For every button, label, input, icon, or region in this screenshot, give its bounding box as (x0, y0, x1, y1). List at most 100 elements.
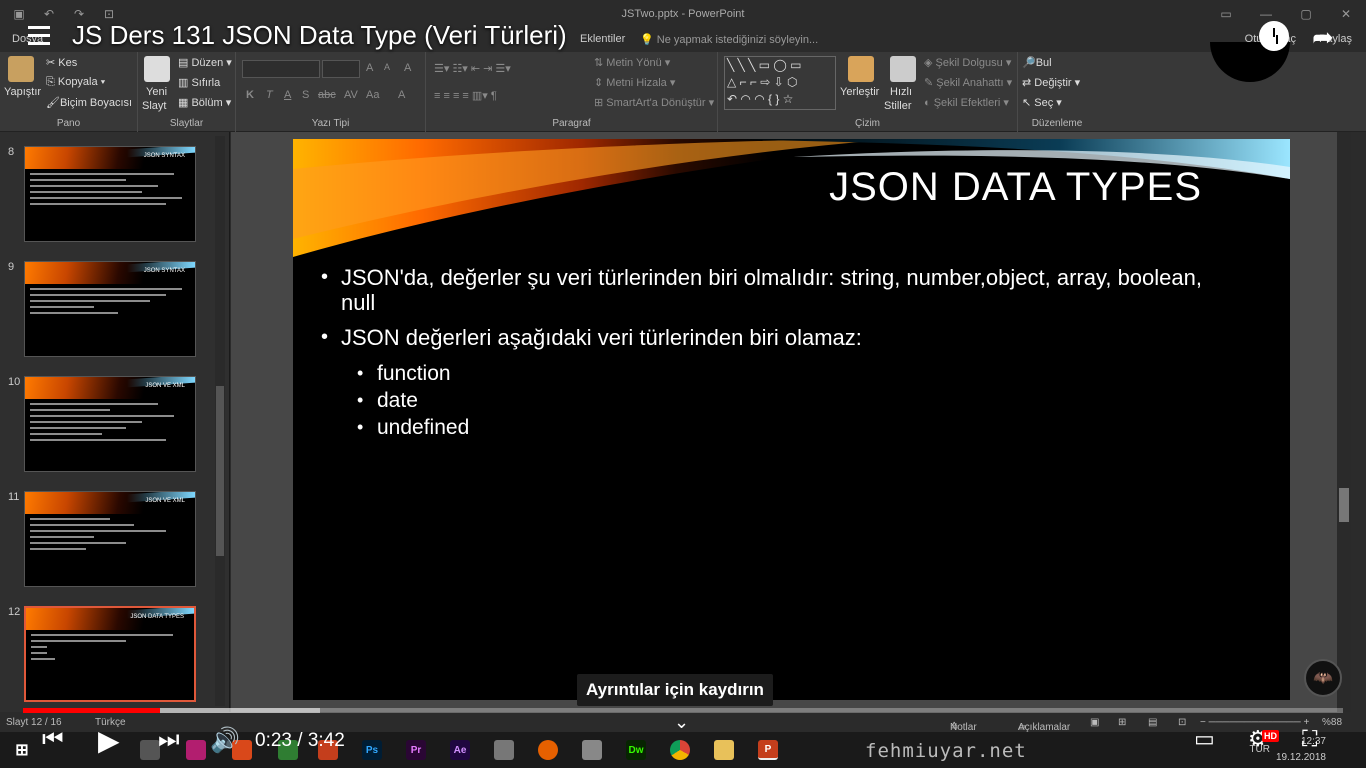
text-direction-icon: ⇅ (594, 57, 607, 69)
bold-button[interactable]: K (246, 89, 254, 101)
thumbnail-scroll-thumb[interactable] (216, 386, 224, 556)
reset-icon: ▥ (178, 77, 192, 89)
share-arrow-icon[interactable]: ➦ (1312, 22, 1334, 53)
select-button[interactable]: ↖ Seç ▾ (1022, 96, 1062, 109)
exit-fullscreen-icon[interactable]: ⛶ (1302, 726, 1317, 752)
window-controls: ▭ — ▢ ✕ (1206, 0, 1366, 28)
chevron-down-icon[interactable]: ⌄ (674, 712, 689, 733)
align-text-label: Metni Hizala (606, 77, 667, 89)
font-color-button[interactable]: A (398, 89, 405, 101)
shape-effects-button[interactable]: ◐ Şekil Efektleri ▾ (924, 96, 1009, 109)
search-icon: 🔎 (1022, 57, 1036, 69)
cut-button[interactable]: ✂ Kes (46, 56, 77, 69)
align-text-button[interactable]: ⇕ Metni Hizala ▾ (594, 76, 675, 89)
bullets-icon[interactable]: ☰▾ ☷▾ ⇤ ⇥ ☰▾ (434, 62, 511, 75)
text-direction-label: Metin Yönü (606, 57, 662, 69)
smartart-label: SmartArt'a Dönüştür (606, 97, 706, 109)
thumbnail-number: 12 (8, 606, 21, 618)
shape-fill-button[interactable]: ◈ Şekil Dolgusu ▾ (924, 56, 1011, 69)
channel-logo-icon[interactable]: 🦇 (1304, 659, 1342, 697)
group-paragraph: ☰▾ ☷▾ ⇤ ⇥ ☰▾ ≡ ≡ ≡ ≡ ▥▾ ¶ ⇅ Metin Yönü ▾… (426, 52, 718, 132)
bullet-2: JSON değerleri aşağıdaki veri türlerinde… (321, 325, 1241, 350)
yt-menu-icon[interactable] (28, 26, 50, 46)
shape-fill-label: Şekil Dolgusu (935, 57, 1003, 69)
reset-label: Sıfırla (191, 77, 221, 89)
section-button[interactable]: ▦ Bölüm ▾ (178, 96, 231, 109)
thumbnail-image: JSON SYNTAX (24, 146, 196, 242)
new-slide-label-1[interactable]: Yeni (146, 86, 167, 98)
quick-styles-label-2[interactable]: Stiller (884, 100, 912, 112)
thumbnail-text-lines (30, 288, 190, 318)
slide-title[interactable]: JSON DATA TYPES (829, 165, 1202, 210)
group-drawing: ╲ ╲ ╲ ▭ ◯ ▭ △ ⌐ ⌐ ⇨ ⇩ ⬡ ↶ ◠ ◠ { } ☆ Yerleş… (718, 52, 1018, 132)
layout-label: Düzen (191, 57, 224, 69)
grow-font-button[interactable]: A (366, 62, 373, 74)
slide-body[interactable]: JSON'da, değerler şu veri türlerinden bi… (321, 265, 1241, 441)
arrange-icon[interactable] (848, 56, 874, 82)
tab-addins[interactable]: Eklentiler (572, 33, 633, 45)
shrink-font-button[interactable]: A (384, 62, 390, 72)
slide-scrollbar[interactable] (1337, 132, 1351, 712)
slide-scroll-thumb[interactable] (1339, 488, 1349, 522)
cut-label: Kes (58, 57, 78, 69)
reset-button[interactable]: ▥ Sıfırla (178, 76, 220, 89)
next-icon[interactable]: ⏭ (158, 726, 180, 754)
new-slide-icon[interactable] (144, 56, 170, 82)
video-title[interactable]: JS Ders 131 JSON Data Type (Veri Türleri… (72, 20, 567, 51)
captions-icon[interactable]: ▭ (1194, 726, 1215, 752)
thumbnail-slide-9[interactable]: 9 JSON SYNTAX (0, 249, 214, 357)
scroll-for-details-tooltip: Ayrıntılar için kaydırın (577, 674, 773, 706)
tell-me-search[interactable]: 💡 Ne yapmak istediğinizi söyleyin... (640, 33, 818, 46)
paste-icon[interactable] (8, 56, 34, 82)
previous-icon[interactable]: ⏮ (42, 726, 64, 754)
italic-button[interactable]: T (266, 89, 273, 101)
shapes-gallery[interactable]: ╲ ╲ ╲ ▭ ◯ ▭ △ ⌐ ⌐ ⇨ ⇩ ⬡ ↶ ◠ ◠ { } ☆ (724, 56, 836, 110)
shape-outline-button[interactable]: ✎ Şekil Anahattı ▾ (924, 76, 1012, 89)
align-icons[interactable]: ≡ ≡ ≡ ≡ ▥▾ ¶ (434, 89, 497, 102)
underline-button[interactable]: A (284, 89, 291, 101)
thumbnail-slide-10[interactable]: 10 JSON VE XML (0, 364, 214, 472)
change-case-button[interactable]: Aa (366, 89, 379, 101)
text-direction-button[interactable]: ⇅ Metin Yönü ▾ (594, 56, 670, 69)
smartart-button[interactable]: ⊞ SmartArt'a Dönüştür ▾ (594, 96, 714, 109)
thumbnail-title: JSON SYNTAX (143, 153, 185, 159)
thumbnail-image: JSON SYNTAX (24, 261, 196, 357)
quick-styles-icon[interactable] (890, 56, 916, 82)
copy-label: Kopyala (57, 76, 98, 88)
thumbnail-slide-8[interactable]: 8 JSON SYNTAX (0, 134, 214, 242)
replace-button[interactable]: ⇄ Değiştir ▾ (1022, 76, 1080, 89)
current-slide[interactable]: JSON DATA TYPES JSON'da, değerler şu ver… (293, 139, 1290, 700)
clear-format-button[interactable]: A (404, 62, 411, 74)
arrange-button[interactable]: Yerleştir (840, 86, 879, 98)
find-button[interactable]: 🔎Bul (1022, 56, 1052, 69)
char-spacing-button[interactable]: AV (344, 89, 358, 101)
thumbnail-text-lines (30, 173, 190, 209)
font-name-field[interactable] (242, 60, 320, 78)
quick-styles-label-1[interactable]: Hızlı (890, 86, 912, 98)
thumbnail-slide-11[interactable]: 11 JSON VE XML (0, 479, 214, 587)
copy-button[interactable]: ⎘ Kopyala ▾ (46, 76, 105, 89)
shadow-button[interactable]: S (302, 89, 309, 101)
smartart-icon: ⊞ (594, 97, 607, 109)
new-slide-label-2[interactable]: Slayt (142, 100, 166, 112)
play-icon[interactable]: ▶ (98, 724, 120, 757)
thumbnail-title: JSON SYNTAX (143, 268, 185, 274)
font-size-field[interactable] (322, 60, 360, 78)
shape-outline-label: Şekil Anahattı (936, 77, 1004, 89)
thumbnail-scrollbar[interactable] (215, 136, 225, 706)
hd-badge: HD (1262, 730, 1279, 742)
video-controls: ⏮ ▶ ⏭ 🔊 0:23 / 3:42 ⌄ ▭ ⚙ HD ⛶ (0, 712, 1366, 762)
thumbnail-slide-12[interactable]: 12 JSON DATA TYPES (0, 594, 214, 702)
strikethrough-button[interactable]: abc (318, 89, 336, 101)
paste-button[interactable]: Yapıştır (4, 86, 41, 98)
layout-button[interactable]: ▤ Düzen ▾ (178, 56, 232, 69)
volume-icon[interactable]: 🔊 (210, 726, 240, 755)
thumbnail-number: 9 (8, 261, 15, 273)
layout-icon: ▤ (178, 57, 192, 69)
watch-later-icon[interactable] (1259, 21, 1289, 51)
ribbon-display-button[interactable]: ▭ (1206, 0, 1246, 28)
group-label-slides: Slaytlar (169, 118, 204, 129)
format-painter-button[interactable]: 🖌Biçim Boyacısı (46, 96, 132, 109)
group-label-paragraph: Paragraf (552, 118, 591, 129)
thumbnail-text-lines (30, 403, 190, 445)
